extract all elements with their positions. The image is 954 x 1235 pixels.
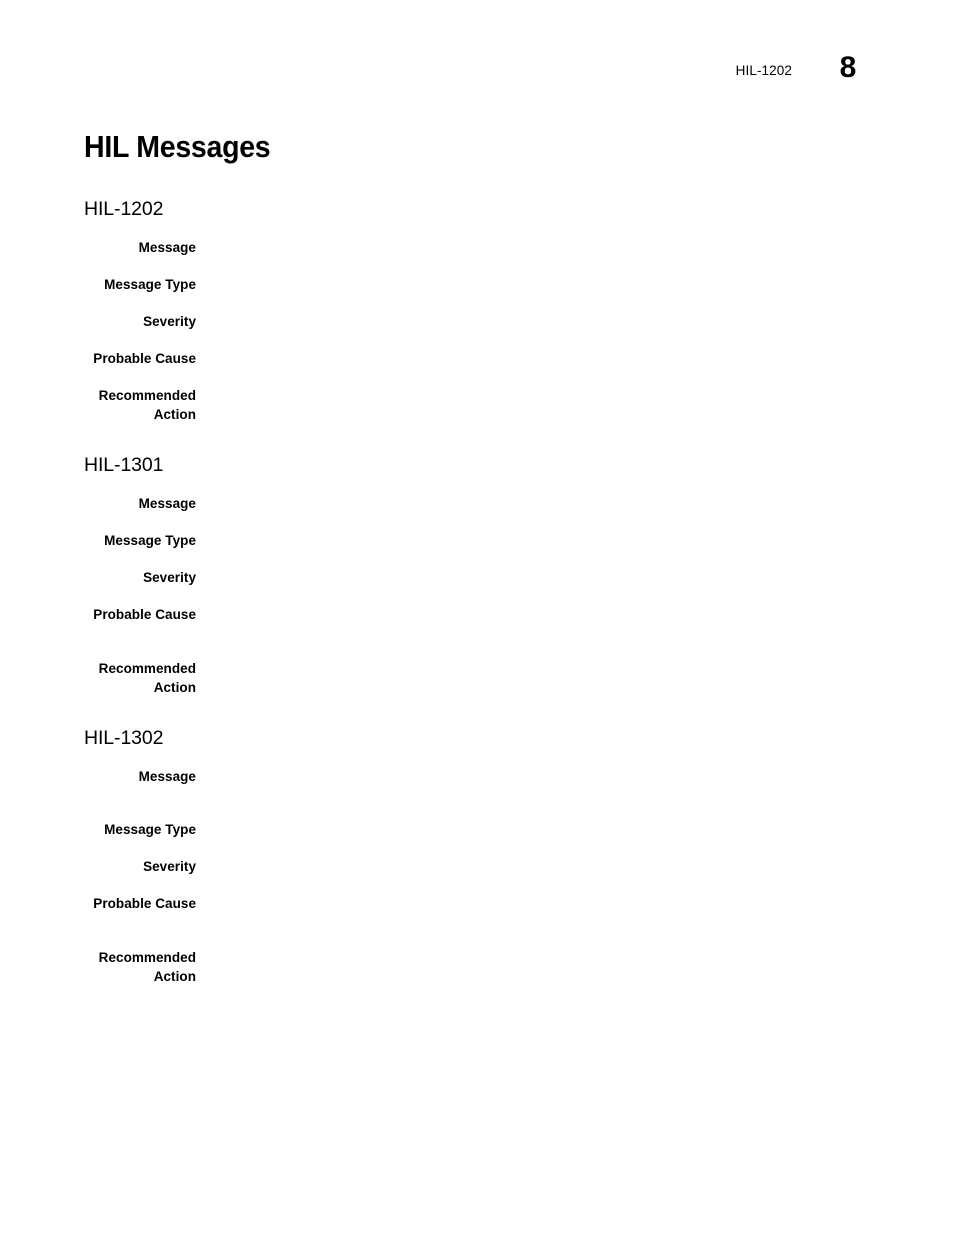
- field-row: Recommended Action: [84, 948, 874, 986]
- field-value: [196, 531, 874, 550]
- field-row: Recommended Action: [84, 659, 874, 697]
- page-content: HIL Messages HIL-1202 Message Message Type…: [84, 128, 874, 986]
- field-value: [196, 312, 874, 331]
- field-row: Message Type: [84, 531, 874, 550]
- field-value: [196, 820, 874, 839]
- field-list: Message Message Type Severity Probable Caus…: [84, 238, 874, 424]
- field-label: Severity: [143, 314, 196, 329]
- field-value: [196, 349, 874, 368]
- field-row: Severity: [84, 857, 874, 876]
- field-label: Probable Cause: [93, 351, 196, 366]
- field-value: [196, 568, 874, 587]
- page-number: 8: [839, 51, 857, 84]
- field-value: [196, 767, 874, 786]
- field-label: Message Type: [104, 277, 196, 292]
- field-row: Message Type: [84, 275, 874, 294]
- field-row: Probable Cause: [84, 894, 874, 913]
- message-section: HIL-1302 Message Message Type Severity Proba…: [84, 726, 874, 986]
- field-value: [196, 386, 874, 405]
- field-value: [196, 948, 874, 967]
- field-label: Message: [138, 240, 196, 255]
- section-heading: HIL-1302: [84, 727, 164, 749]
- field-row: Severity: [84, 568, 874, 587]
- field-row: Message Type: [84, 820, 874, 839]
- section-heading: HIL-1301: [84, 454, 164, 476]
- field-list: Message Message Type Severity Probable Caus…: [84, 494, 874, 697]
- field-row: Probable Cause: [84, 605, 874, 624]
- field-label: Severity: [143, 570, 196, 585]
- field-label: Recommended Action: [98, 388, 196, 422]
- field-label: Probable Cause: [93, 607, 196, 622]
- field-value: [196, 605, 874, 624]
- field-list: Message Message Type Severity Probable Caus…: [84, 767, 874, 986]
- field-value: [196, 894, 874, 913]
- field-label: Message: [138, 769, 196, 784]
- field-row: Probable Cause: [84, 349, 874, 368]
- page-header: HIL-1202 8: [0, 0, 954, 110]
- message-section-list: HIL-1202 Message Message Type Severity Proba…: [84, 197, 874, 986]
- field-label: Message: [138, 496, 196, 511]
- field-value: [196, 238, 874, 257]
- document-page: HIL-1202 8 HIL Messages HIL-1202 Message M…: [0, 0, 954, 1235]
- message-section: HIL-1301 Message Message Type Severity Proba…: [84, 453, 874, 697]
- field-value: [196, 659, 874, 678]
- field-value: [196, 275, 874, 294]
- field-row: Message: [84, 494, 874, 513]
- field-label: Severity: [143, 859, 196, 874]
- message-section: HIL-1202 Message Message Type Severity Proba…: [84, 197, 874, 424]
- field-value: [196, 857, 874, 876]
- field-row: Recommended Action: [84, 386, 874, 424]
- field-row: Message: [84, 767, 874, 786]
- section-heading: HIL-1202: [84, 198, 164, 220]
- running-header-title: HIL-1202: [735, 63, 792, 78]
- chapter-title: HIL Messages: [84, 129, 271, 164]
- field-row: Message: [84, 238, 874, 257]
- field-label: Message Type: [104, 533, 196, 548]
- field-label: Message Type: [104, 822, 196, 837]
- field-row: Severity: [84, 312, 874, 331]
- field-label: Recommended Action: [98, 661, 196, 695]
- field-value: [196, 494, 874, 513]
- field-label: Probable Cause: [93, 896, 196, 911]
- field-label: Recommended Action: [98, 950, 196, 984]
